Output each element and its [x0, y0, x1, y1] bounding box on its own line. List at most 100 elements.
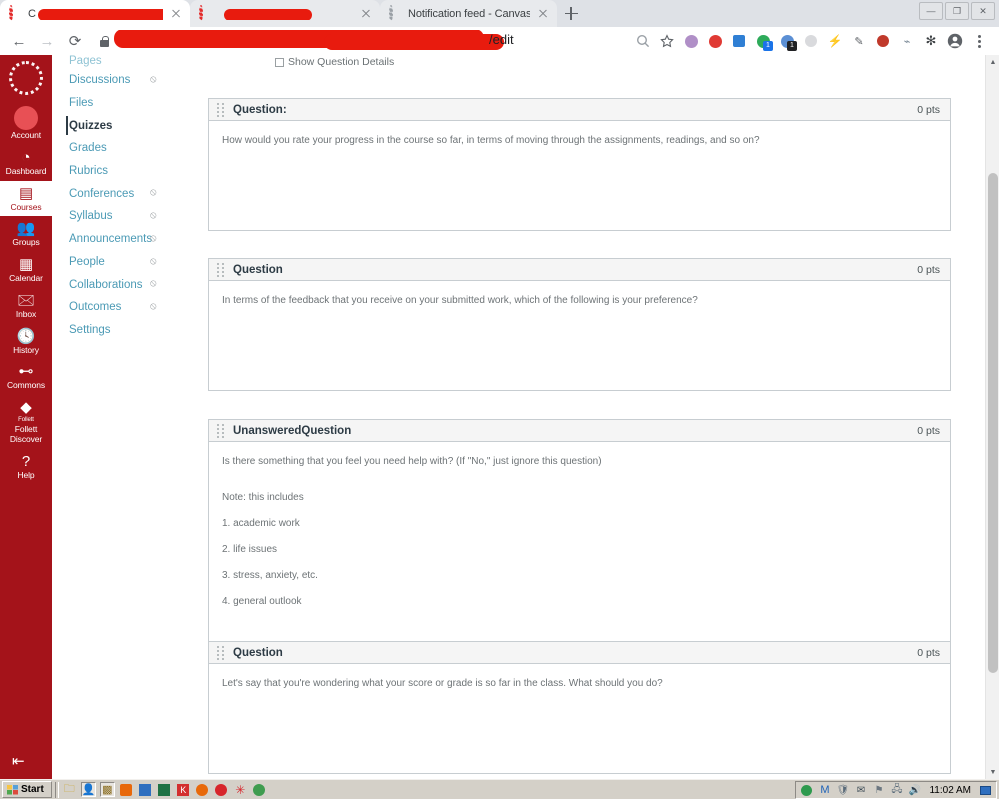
- flag-icon[interactable]: ⚑: [872, 784, 885, 797]
- scrollbar-thumb[interactable]: [988, 173, 998, 673]
- global-nav-item-account[interactable]: Account: [0, 101, 52, 145]
- browser-tab-2[interactable]: MReport Week 5: [190, 0, 380, 27]
- green-badge-icon[interactable]: [800, 784, 813, 797]
- drag-handle-icon[interactable]: [217, 262, 225, 277]
- tab-close-icon[interactable]: [169, 7, 183, 21]
- chrome-menu-icon[interactable]: [967, 29, 991, 53]
- ext-blue-badge-icon[interactable]: 1: [775, 29, 799, 53]
- course-navigation: Pages Discussions ⦸ Files Quizzes Grades…: [52, 55, 187, 779]
- question-text: Is there something that you feel you nee…: [222, 456, 602, 467]
- apps-icon[interactable]: ▩: [99, 782, 115, 797]
- course-nav-item-collaborations[interactable]: Collaborations ⦸: [52, 273, 187, 296]
- course-nav-item-announcements[interactable]: Announcements ⦸: [52, 228, 187, 251]
- question-card[interactable]: Question 0 pts Let's say that you're won…: [208, 641, 951, 774]
- red-star-icon[interactable]: ✳: [233, 782, 248, 797]
- global-nav-item-calendar[interactable]: ▦ Calendar: [0, 252, 52, 288]
- course-nav-item-syllabus[interactable]: Syllabus ⦸: [52, 205, 187, 228]
- global-nav-item-dashboard[interactable]: ◔ Dashboard: [0, 145, 52, 181]
- restore-button[interactable]: ❐: [945, 2, 969, 20]
- browser-tab-1[interactable]: C: [0, 0, 190, 27]
- course-nav-item-rubrics[interactable]: Rubrics: [52, 160, 187, 183]
- global-nav-item-history[interactable]: 🕓 History: [0, 324, 52, 360]
- ext-purple-circle-icon[interactable]: [679, 29, 703, 53]
- network-icon[interactable]: 🖧: [890, 784, 903, 797]
- volume-icon[interactable]: 🔊: [908, 784, 921, 797]
- browser-globe-icon[interactable]: [252, 782, 267, 797]
- ext-globe-icon[interactable]: [799, 29, 823, 53]
- media-player-icon[interactable]: 👤: [80, 782, 96, 797]
- drag-handle-icon[interactable]: [217, 423, 225, 438]
- course-nav-item-discussions[interactable]: Discussions ⦸: [52, 69, 187, 92]
- tab-title-redaction: [224, 8, 312, 20]
- question-card[interactable]: UnansweredQuestion 0 pts Is there someth…: [208, 419, 951, 671]
- scroll-down-arrow-icon[interactable]: ▼: [986, 765, 999, 779]
- collapse-nav-icon[interactable]: ⇤: [12, 752, 25, 770]
- profile-avatar-icon[interactable]: [943, 29, 967, 53]
- excel-icon[interactable]: [157, 782, 172, 797]
- course-nav-item-settings[interactable]: Settings: [52, 319, 187, 342]
- folder-icon[interactable]: 🗀: [62, 782, 77, 797]
- back-button[interactable]: ←: [6, 28, 32, 54]
- tab-close-icon[interactable]: [536, 7, 550, 21]
- mail-icon[interactable]: ✉: [854, 784, 867, 797]
- minimize-button[interactable]: —: [919, 2, 943, 20]
- ext-download-blue-icon[interactable]: [727, 29, 751, 53]
- extensions-puzzle-icon[interactable]: ✻: [919, 29, 943, 53]
- course-nav-item-conferences[interactable]: Conferences ⦸: [52, 182, 187, 205]
- bookmark-star-icon[interactable]: [655, 29, 679, 53]
- ext-green-badge-icon[interactable]: 1: [751, 29, 775, 53]
- malwarebytes-icon[interactable]: M: [818, 784, 831, 797]
- course-nav-item-pages[interactable]: Pages: [52, 55, 187, 69]
- brave-browser-icon[interactable]: [119, 782, 134, 797]
- show-question-details-toggle[interactable]: Show Question Details: [275, 56, 394, 68]
- global-nav-item-commons[interactable]: ⊷ Commons: [0, 359, 52, 395]
- show-question-details-checkbox[interactable]: [275, 57, 284, 67]
- canvas-global-nav: Account ◔ Dashboard ▤ Courses 👥 Groups ▦…: [0, 55, 52, 755]
- course-nav-label: Files: [69, 97, 94, 110]
- ext-lightning-icon[interactable]: ⚡: [823, 29, 847, 53]
- question-note: Note: this includes: [222, 492, 304, 503]
- ext-moon-icon[interactable]: [871, 29, 895, 53]
- global-nav-item-courses[interactable]: ▤ Courses: [0, 180, 52, 217]
- scroll-up-arrow-icon[interactable]: ▲: [986, 55, 999, 69]
- question-card[interactable]: Question: 0 pts How would you rate your …: [208, 98, 951, 231]
- show-desktop-icon[interactable]: [979, 784, 992, 797]
- reload-button[interactable]: ⟳: [62, 28, 88, 54]
- new-tab-button[interactable]: [557, 0, 585, 27]
- kaspersky-icon[interactable]: K: [176, 782, 191, 797]
- opera-icon[interactable]: [214, 782, 229, 797]
- close-button[interactable]: ✕: [971, 2, 995, 20]
- global-nav-item-follett-discover[interactable]: ◆ Follett Follett Discover: [0, 395, 52, 449]
- ext-pen-icon[interactable]: ✎: [847, 29, 871, 53]
- question-card[interactable]: Question 0 pts In terms of the feedback …: [208, 258, 951, 391]
- start-button[interactable]: Start: [2, 781, 52, 798]
- course-nav-item-grades[interactable]: Grades: [52, 137, 187, 160]
- drag-handle-icon[interactable]: [217, 102, 225, 117]
- blue-arrow-icon[interactable]: [138, 782, 153, 797]
- ext-red-circle-icon[interactable]: [703, 29, 727, 53]
- address-bar[interactable]: /edit: [94, 30, 623, 52]
- global-nav-item-groups[interactable]: 👥 Groups: [0, 216, 52, 252]
- course-nav-item-files[interactable]: Files: [52, 92, 187, 115]
- canvas-logo-icon[interactable]: [9, 61, 43, 95]
- course-nav-item-outcomes[interactable]: Outcomes ⦸: [52, 296, 187, 319]
- firefox-icon[interactable]: [195, 782, 210, 797]
- canvas-favicon: [9, 5, 22, 21]
- groups-icon: 👥: [16, 220, 36, 238]
- page-scrollbar[interactable]: ▲ ▼: [985, 55, 999, 779]
- shield-check-icon[interactable]: 🛡: [836, 784, 850, 797]
- follett-diamond-icon: ◆: [20, 399, 32, 417]
- global-nav-item-help[interactable]: ? Help: [0, 449, 52, 485]
- course-nav-item-people[interactable]: People ⦸: [52, 251, 187, 274]
- drag-handle-icon[interactable]: [217, 645, 225, 660]
- ext-script-icon[interactable]: ⌁: [895, 29, 919, 53]
- taskbar-clock[interactable]: 11:02 AM: [926, 785, 974, 796]
- search-icon[interactable]: [631, 29, 655, 53]
- course-nav-item-quizzes[interactable]: Quizzes: [52, 114, 187, 137]
- browser-tab-3[interactable]: Notification feed - Canvas Commun: [380, 0, 557, 27]
- global-nav-item-inbox[interactable]: 🖂 Inbox: [0, 288, 52, 324]
- hidden-from-students-icon: ⦸: [150, 232, 157, 244]
- course-nav-label: Collaborations: [69, 278, 143, 291]
- forward-button[interactable]: →: [34, 28, 60, 54]
- tab-close-icon[interactable]: [359, 7, 373, 21]
